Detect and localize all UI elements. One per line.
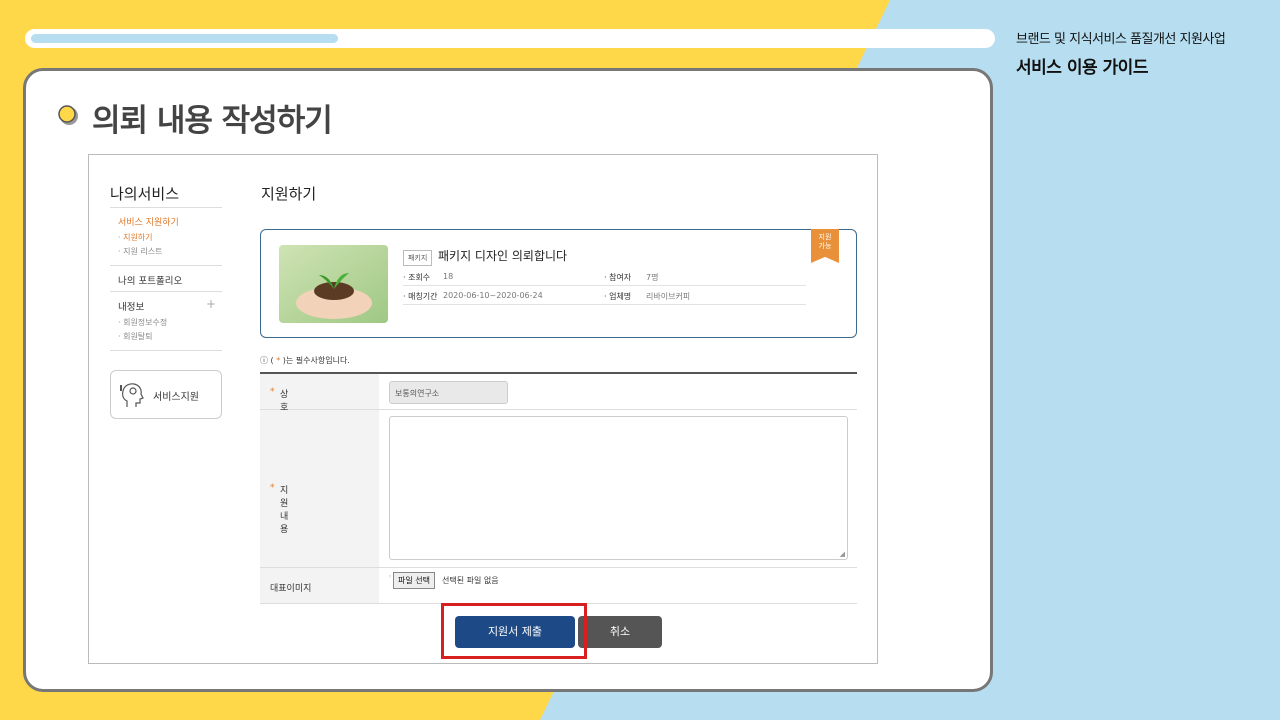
progress-bar-fill xyxy=(31,34,338,43)
package-info-row: · 조회수 18 · 참여자 7명 xyxy=(403,269,806,286)
info-icon: ⓘ xyxy=(260,356,268,365)
form-row-content: 지원내용 * ◢ xyxy=(260,410,857,568)
package-category-badge: 패키지 xyxy=(403,250,433,266)
company-value: 리바이브커피 xyxy=(646,292,691,301)
sidebar-item-withdraw[interactable]: · 회원탈퇴 xyxy=(118,331,153,342)
company-label: · 업체명 xyxy=(604,292,632,301)
header-title: 서비스 이용 가이드 xyxy=(1016,58,1148,78)
form-label-cell: 대표이미지 xyxy=(260,568,379,603)
form-label-cell: 상호명 * xyxy=(260,374,379,426)
sidebar-item-portfolio[interactable]: 나의 포트폴리오 xyxy=(118,273,182,287)
service-support-button[interactable]: 서비스지원 xyxy=(110,370,222,419)
main-title: 지원하기 xyxy=(261,185,317,203)
package-title: 패키지 디자인 의뢰합니다 xyxy=(438,249,568,263)
form-row-company: 상호명 * 보통의연구소 xyxy=(260,374,857,426)
form-row-image: 대표이미지 ◦ 파일 선택 선택된 파일 없음 xyxy=(260,568,857,604)
status-ribbon: 지원 가능 xyxy=(811,229,839,263)
status-ribbon-line2: 가능 xyxy=(818,242,832,250)
status-ribbon-line1: 지원 xyxy=(818,233,832,241)
sidebar-item-myinfo[interactable]: 내정보 xyxy=(118,299,144,313)
form-label-cell: 지원내용 * xyxy=(260,410,379,567)
file-status: 선택된 파일 없음 xyxy=(442,576,499,585)
company-input[interactable]: 보통의연구소 xyxy=(389,381,508,404)
highlight-box xyxy=(441,603,587,659)
views-label: · 조회수 xyxy=(403,273,431,282)
package-info-row: · 매칭기간 2020-06-10~2020-06-24 · 업체명 리바이브커… xyxy=(403,288,806,305)
slide-card: 의뢰 내용 작성하기 나의서비스 서비스 지원하기 · 지원하기 · 지원 리스… xyxy=(23,68,993,692)
company-field-label: 상호명 * xyxy=(270,387,289,426)
cancel-button[interactable]: 취소 xyxy=(578,616,662,648)
participants-value: 7명 xyxy=(646,273,659,282)
divider xyxy=(110,207,222,208)
head-gear-icon xyxy=(120,383,144,407)
bullet-dot-icon xyxy=(58,105,78,125)
header-subtitle: 브랜드 및 지식서비스 품질개선 지원사업 xyxy=(1016,32,1226,47)
sidebar-item-apply[interactable]: · 지원하기 xyxy=(118,232,153,243)
sidebar-title: 나의서비스 xyxy=(110,185,180,203)
progress-bar xyxy=(25,29,995,48)
sidebar-item-service-apply[interactable]: 서비스 지원하기 xyxy=(118,215,179,228)
file-select-button[interactable]: 파일 선택 xyxy=(393,572,435,589)
package-card: 패키지 패키지 디자인 의뢰합니다 · 조회수 18 · 참여자 7명 · 매칭… xyxy=(260,229,857,338)
period-label: · 매칭기간 xyxy=(403,292,438,301)
plus-icon[interactable]: + xyxy=(206,297,216,311)
divider xyxy=(110,265,222,266)
participants-label: · 참여자 xyxy=(604,273,632,282)
sidebar-item-apply-list[interactable]: · 지원 리스트 xyxy=(118,246,162,257)
website-screenshot: 나의서비스 서비스 지원하기 · 지원하기 · 지원 리스트 나의 포트폴리오 … xyxy=(88,154,878,664)
sidebar-item-edit-info[interactable]: · 회원정보수정 xyxy=(118,317,167,328)
resize-handle-icon[interactable]: ◢ xyxy=(840,550,845,558)
service-support-label: 서비스지원 xyxy=(153,392,199,403)
page-title: 의뢰 내용 작성하기 xyxy=(92,103,333,139)
divider xyxy=(110,291,222,292)
image-field-label: 대표이미지 xyxy=(270,584,312,594)
views-value: 18 xyxy=(443,272,454,281)
content-field-label: 지원내용 * xyxy=(270,483,289,535)
divider xyxy=(110,350,222,351)
package-image xyxy=(279,245,388,323)
required-note: ⓘ ( * )는 필수사항입니다. xyxy=(260,356,350,365)
period-value: 2020-06-10~2020-06-24 xyxy=(443,291,543,300)
content-textarea[interactable]: ◢ xyxy=(389,416,848,560)
bullet-icon: ◦ xyxy=(388,573,393,581)
